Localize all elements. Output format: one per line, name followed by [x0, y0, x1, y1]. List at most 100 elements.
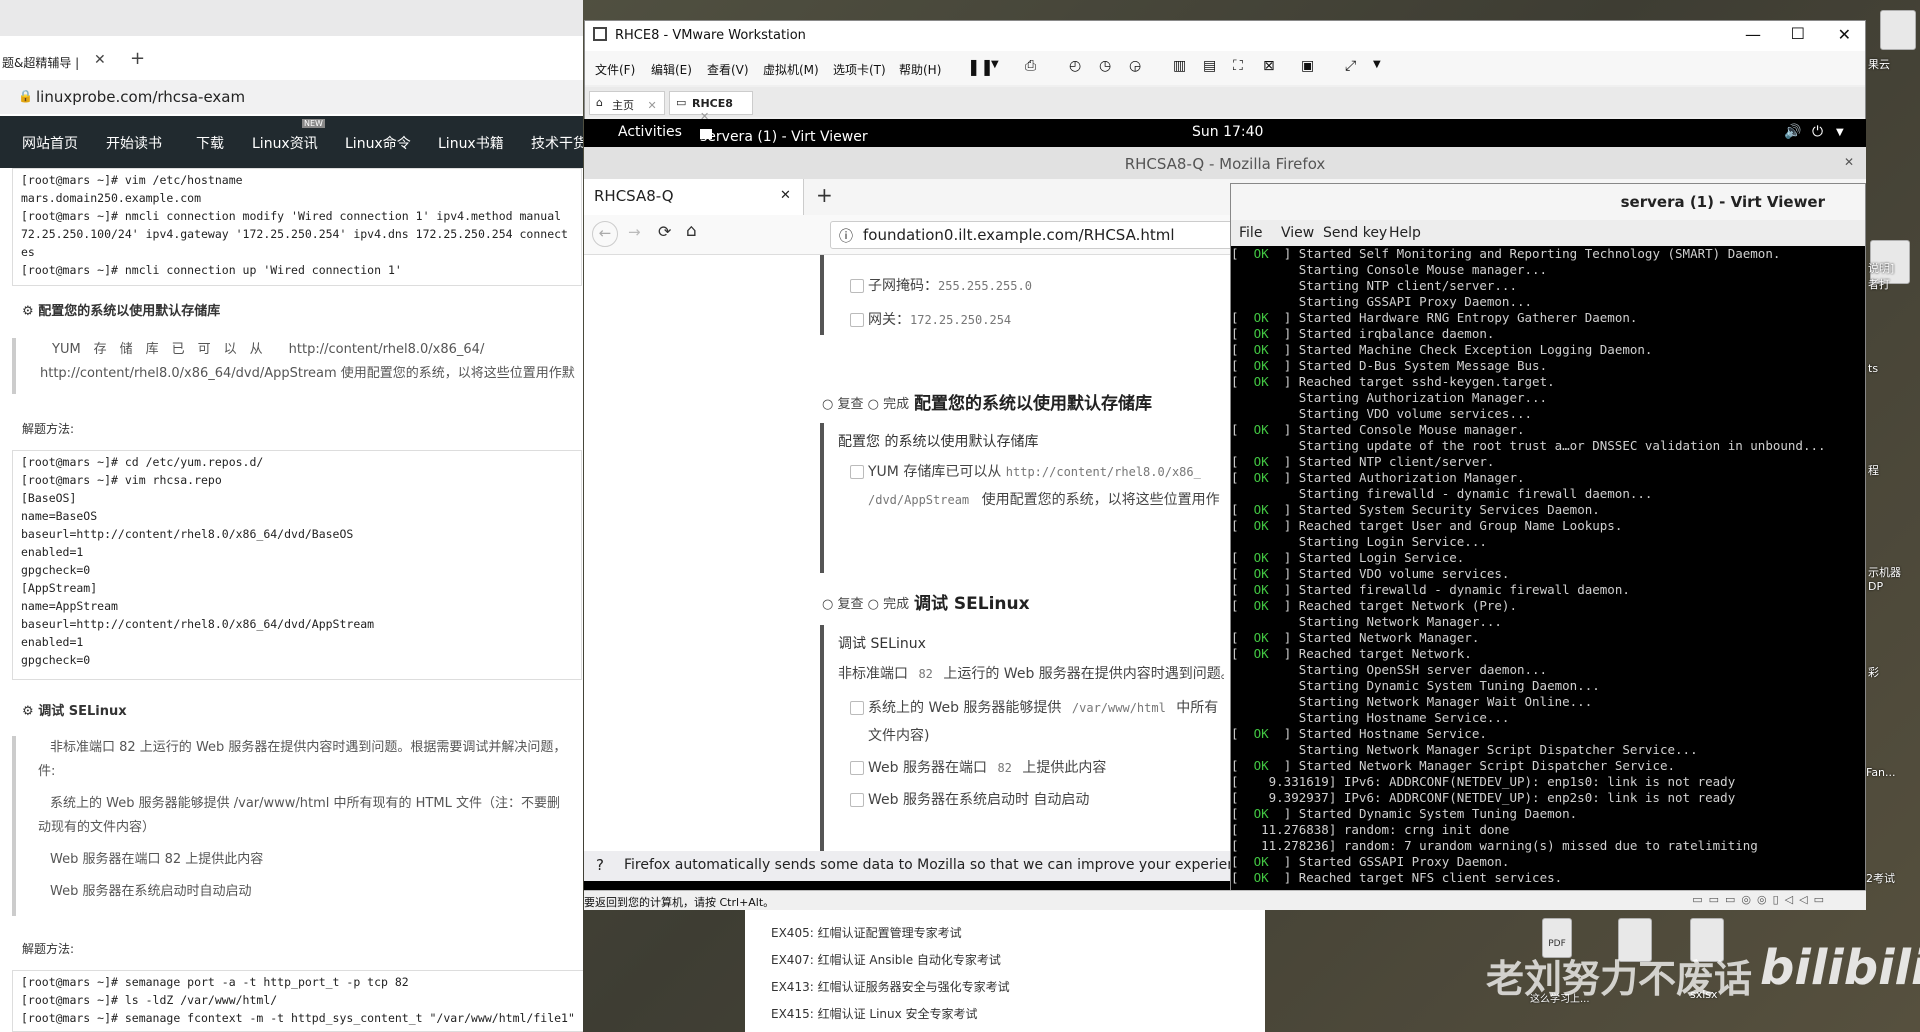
desktop-label: 2考试 [1866, 872, 1895, 885]
checklist-item[interactable]: 系统上的 Web 服务器能够提供 /var/www/html 中所有 [850, 697, 1218, 717]
firefox-content: 子网掩码：255.255.255.0 网关：172.25.250.254 ○ 复… [584, 255, 1224, 851]
desktop-file-icon[interactable] [1880, 10, 1916, 50]
ok-status: OK [1253, 454, 1269, 469]
nav-item[interactable]: 网站首页 [22, 133, 78, 153]
snapshot-restore-icon[interactable]: ◷ [1099, 58, 1111, 74]
section-quote: YUM 存 储 库 已 可 以 从 http://content/rhel8.0… [12, 338, 583, 394]
close-icon[interactable]: ✕ [1844, 155, 1854, 169]
power-icon[interactable]: ⏻ [1812, 124, 1823, 140]
exam-link[interactable]: EX415: 红帽认证 Linux 安全专家考试 [771, 1005, 978, 1022]
dropdown-icon[interactable]: ▼ [991, 59, 999, 70]
quote-line: 件: [38, 764, 56, 779]
close-icon[interactable]: ✕ [94, 52, 106, 68]
vmware-menubar: 文件(F) 编辑(E) 查看(V) 虚拟机(M) 选项卡(T) 帮助(H) ❚❚… [585, 51, 1865, 85]
fullscreen-icon[interactable]: ⛶ [1233, 58, 1243, 74]
checkbox[interactable] [850, 761, 864, 775]
snapshot-manager-icon[interactable]: ◶ [1129, 58, 1141, 74]
console-line: [ OK ] Reached target sshd-keygen.target… [1231, 374, 1555, 389]
desktop-label: ts [1868, 362, 1879, 375]
exam-link[interactable]: EX405: 红帽认证配置管理专家考试 [771, 924, 962, 941]
checkbox[interactable] [850, 793, 864, 807]
unity-icon[interactable]: ⊠ [1263, 58, 1275, 74]
gnome-topbar: Activities servera (1) - Virt Viewer ▼ S… [584, 119, 1866, 147]
console-line: [ OK ] Started Dynamic System Tuning Dae… [1231, 806, 1578, 821]
checklist-item[interactable]: YUM 存储库已可以从 http://content/rhel8.0/x86_ [850, 461, 1201, 481]
console-line: [ 11.278236] random: 7 urandom warning(s… [1231, 838, 1758, 853]
nav-item[interactable]: Linux资讯 [252, 133, 318, 153]
nav-item[interactable]: 下载 [196, 133, 224, 153]
clock[interactable]: Sun 17:40 [1192, 124, 1263, 140]
exam-link[interactable]: EX413: 红帽认证服务器安全与强化专家考试 [771, 978, 1010, 995]
nav-item[interactable]: 开始读书 [106, 133, 162, 153]
desktop-label: 说明] [1868, 262, 1895, 275]
menu-view[interactable]: 查看(V) [707, 61, 749, 78]
solution-label: 解题方法: [22, 942, 75, 956]
console-line: [ OK ] Reached target User and Group Nam… [1231, 518, 1623, 533]
console-line: [ OK ] Reached target Network (Pre). [1231, 598, 1517, 613]
vm-console[interactable]: [ OK ] Started Self Monitoring and Repor… [1231, 246, 1865, 891]
console-line: [ OK ] Started irqbalance daemon. [1231, 326, 1495, 341]
checklist-item[interactable]: Web 服务器在系统启动时 自动启动 [850, 789, 1089, 809]
console-line: [ OK ] Started Hardware RNG Entropy Gath… [1231, 310, 1638, 325]
dropdown-icon[interactable]: ▼ [1373, 59, 1381, 70]
checkbox[interactable] [850, 279, 864, 293]
menu-help[interactable]: Help [1389, 225, 1421, 241]
console-icon[interactable]: ▣ [1301, 58, 1314, 74]
tab-home[interactable]: ⌂ 主页 ✕ [589, 91, 665, 115]
menu-tabs[interactable]: 选项卡(T) [833, 61, 886, 78]
firefox-tab[interactable]: RHCSA8-Q ✕ [584, 179, 804, 215]
menu-view[interactable]: View [1281, 225, 1314, 241]
volume-icon[interactable]: 🔊 [1784, 124, 1801, 140]
console-line: Starting Network Manager Script Dispatch… [1231, 742, 1698, 757]
checklist-item[interactable]: 子网掩码：255.255.255.0 [850, 275, 1032, 295]
task-status-radios[interactable]: ○ 复查 ○ 完成 [822, 593, 909, 612]
tab-rhce8[interactable]: ▭ RHCE8 ✕ [669, 91, 753, 123]
menu-vm[interactable]: 虚拟机(M) [763, 61, 819, 78]
stretch-icon[interactable]: ⤢ [1345, 58, 1356, 74]
desktop-label: 彩 [1868, 666, 1879, 679]
checklist-item[interactable]: 网关：172.25.250.254 [850, 309, 1011, 329]
console-line: [ OK ] Started VDO volume services. [1231, 566, 1510, 581]
address-bar[interactable]: 🔒 linuxprobe.com/rhcsa-exam [0, 80, 583, 114]
thumbnail-icon[interactable]: ▤ [1203, 58, 1216, 74]
home-icon[interactable]: ⌂ [686, 221, 697, 241]
checkbox[interactable] [850, 313, 864, 327]
back-icon[interactable]: ← [592, 221, 618, 247]
checkbox[interactable] [850, 701, 864, 715]
menu-file[interactable]: 文件(F) [595, 61, 635, 78]
nav-item[interactable]: Linux命令 [345, 133, 411, 153]
status-text: 要返回到您的计算机，请按 Ctrl+Alt。 [584, 896, 775, 909]
forward-icon[interactable]: → [628, 223, 641, 241]
send-ctrl-alt-del-icon[interactable]: ⎙ [1025, 58, 1036, 74]
menu-help[interactable]: 帮助(H) [899, 61, 941, 78]
console-line: Starting update of the root trust a…or D… [1231, 438, 1826, 453]
virt-viewer-titlebar: servera (1) - Virt Viewer [1231, 184, 1865, 220]
desktop-label: 果云 [1868, 58, 1890, 71]
nav-item[interactable]: 技术干货 [531, 133, 583, 153]
menu-file[interactable]: File [1239, 225, 1262, 241]
close-icon[interactable]: ✕ [648, 99, 657, 112]
checklist-item[interactable]: Web 服务器在端口 82 上提供此内容 [850, 757, 1106, 777]
activities-button[interactable]: Activities [618, 124, 682, 140]
menu-send-key[interactable]: Send key [1323, 225, 1387, 241]
close-icon[interactable]: ✕ [780, 188, 791, 203]
chevron-down-icon[interactable]: ▼ [1836, 127, 1844, 138]
maximize-icon[interactable]: ☐ [1791, 24, 1805, 43]
new-tab-icon[interactable]: + [816, 183, 833, 207]
minimize-icon[interactable]: — [1745, 25, 1761, 44]
pause-icon[interactable]: ❚❚ [967, 57, 994, 76]
sidebar-icon[interactable]: ▥ [1173, 58, 1186, 74]
quote-bar [820, 625, 824, 851]
menu-edit[interactable]: 编辑(E) [651, 61, 692, 78]
task-status-radios[interactable]: ○ 复查 ○ 完成 [822, 393, 909, 412]
close-icon[interactable]: ✕ [1838, 25, 1851, 44]
device-icons[interactable]: ▭▭▭◎◎▯◁◁▭ [1692, 893, 1830, 906]
ok-status: OK [1253, 630, 1269, 645]
window-title: RHCE8 - VMware Workstation [615, 28, 806, 43]
checkbox[interactable] [850, 465, 864, 479]
snapshot-icon[interactable]: ◴ [1069, 58, 1081, 74]
nav-item[interactable]: Linux书籍 [438, 133, 504, 153]
new-tab-icon[interactable]: + [130, 48, 145, 69]
reload-icon[interactable]: ⟳ [658, 222, 671, 241]
exam-link[interactable]: EX407: 红帽认证 Ansible 自动化专家考试 [771, 951, 1001, 968]
